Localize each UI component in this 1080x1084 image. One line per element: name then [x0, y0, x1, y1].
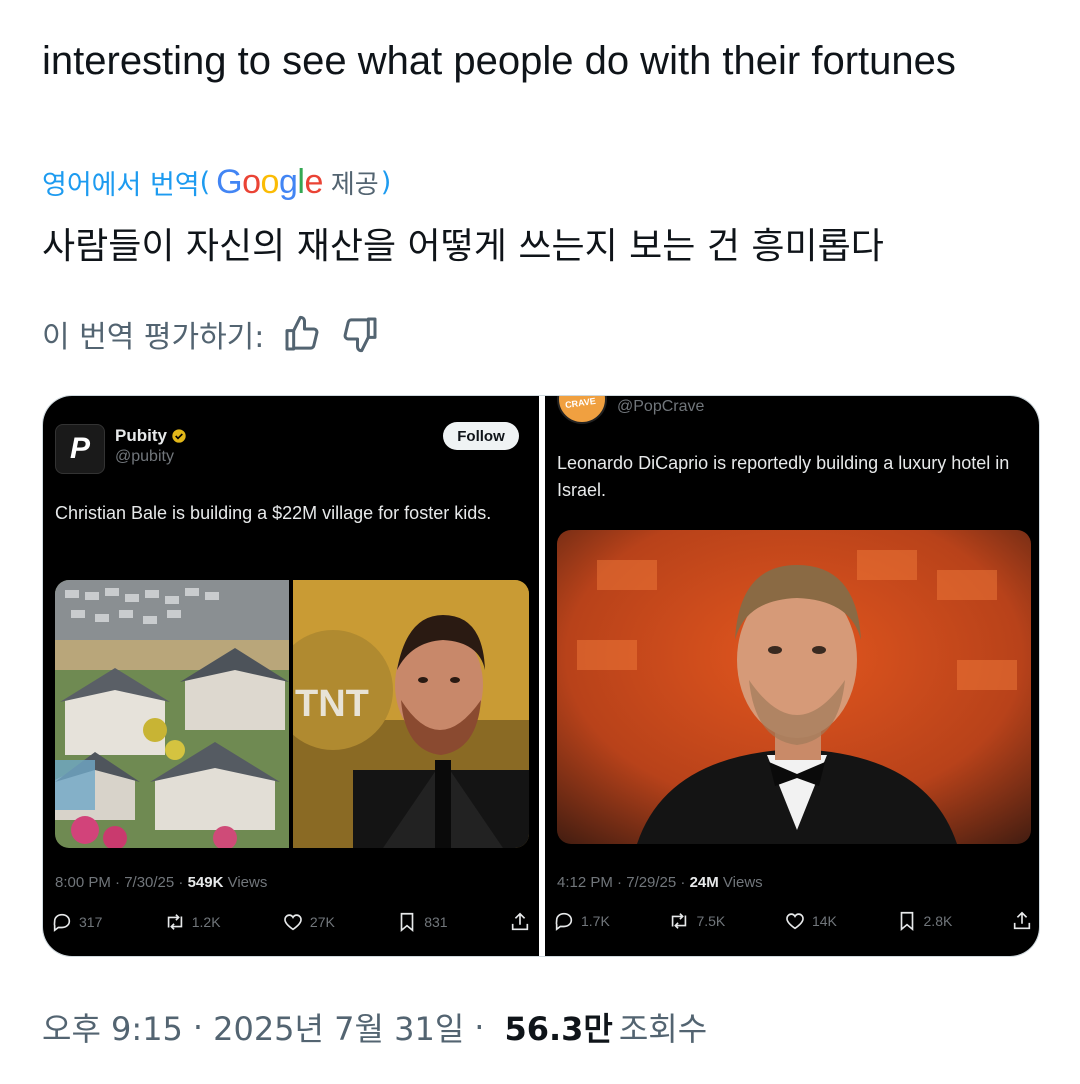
dicaprio-image — [557, 530, 1031, 844]
post-meta: 4:12 PM · 7/29/25 · 24M Views — [557, 874, 763, 891]
verified-badge-icon — [172, 429, 186, 443]
rate-translation: 이 번역 평가하기: — [42, 312, 380, 356]
village-image — [55, 580, 289, 848]
views-label: 조회수 — [618, 1010, 708, 1048]
google-letter-2: o — [242, 162, 261, 201]
thumbs-down-icon[interactable] — [340, 314, 380, 354]
google-letter-4: g — [278, 162, 298, 201]
translation-source: 영어에서 번역 ( Google 제공 ) — [42, 160, 391, 204]
reply-count: 1.7K — [581, 913, 610, 929]
account-handle: @pubity — [115, 448, 174, 465]
bookmark-count: 831 — [424, 914, 448, 930]
embed-popcrave: CRAVE @PopCrave Leonardo DiCaprio is rep… — [545, 396, 1039, 956]
views-label: Views — [718, 874, 763, 891]
post-text: Leonardo DiCaprio is reportedly building… — [557, 453, 1010, 500]
tweet-time[interactable]: 오후 9:15 — [42, 1004, 183, 1050]
bookmark-action: 2.8K — [896, 910, 953, 932]
like-count: 14K — [811, 913, 837, 929]
avatar: CRAVE — [557, 396, 607, 424]
post-time: 8:00 PM · 7/30/25 · — [55, 874, 188, 891]
tweet-text: interesting to see what people do with t… — [42, 39, 956, 83]
reply-count: 317 — [79, 914, 103, 930]
christian-bale-image: TNT — [293, 580, 529, 848]
avatar-text: CRAVE — [564, 396, 597, 411]
translated-text: 사람들이 자신의 재산을 어떻게 쓰는지 보는 건 흥미롭다 — [42, 226, 884, 267]
post-text: Christian Bale is building a $22M villag… — [55, 503, 492, 523]
post-time: 4:12 PM · 7/29/25 · — [557, 874, 690, 891]
action-bar: 1.7K 7.5K 14K 2.8K — [553, 906, 1033, 936]
media-divider — [539, 396, 545, 956]
rate-label: 이 번역 평가하기: — [42, 320, 265, 355]
views-label: Views — [223, 874, 268, 891]
reply-action: 317 — [51, 911, 102, 933]
embed-pubity: P Pubity @pubity Follow Christian Bale i… — [43, 396, 539, 956]
retweet-action: 1.2K — [164, 911, 221, 933]
bookmark-icon — [400, 912, 414, 933]
views-count: 549K — [187, 874, 224, 891]
retweet-count: 1.2K — [191, 914, 221, 930]
separator-2: · — [474, 1008, 485, 1046]
like-action: 27K — [282, 911, 335, 933]
account-handle: @PopCrave — [617, 398, 705, 415]
tnt-sign-text: TNT — [295, 683, 369, 725]
retweet-action: 7.5K — [668, 910, 725, 932]
media-container[interactable]: P Pubity @pubity Follow Christian Bale i… — [42, 395, 1040, 957]
google-logo: Google — [216, 163, 323, 202]
account-name-text: Pubity — [115, 426, 167, 445]
tweet-meta: 오후 9:15 · 2025년 7월 31일 · 56.3만 조회수 — [42, 1004, 707, 1050]
share-action — [1011, 910, 1033, 932]
share-icon — [1013, 911, 1031, 930]
retweet-icon — [672, 913, 687, 929]
share-icon — [511, 912, 529, 931]
heart-icon — [786, 913, 804, 930]
like-action: 14K — [784, 910, 837, 932]
heart-icon — [284, 914, 302, 931]
share-action — [509, 911, 531, 933]
paren-close: ) — [380, 166, 392, 198]
bookmark-action: 831 — [396, 911, 448, 933]
reply-icon — [53, 913, 71, 932]
like-count: 27K — [309, 914, 335, 930]
post-meta: 8:00 PM · 7/30/25 · 549K Views — [55, 874, 267, 891]
bookmark-icon — [900, 911, 913, 932]
follow-button: Follow — [443, 422, 519, 450]
separator: · — [192, 1008, 204, 1046]
retweet-icon — [167, 914, 182, 930]
translated-from-link[interactable]: 영어에서 번역 — [42, 163, 200, 202]
avatar: P — [55, 424, 105, 474]
action-bar: 317 1.2K 27K 831 — [51, 907, 531, 937]
tweet-date[interactable]: 2025년 7월 31일 — [213, 1004, 464, 1050]
reply-action: 1.7K — [553, 910, 610, 932]
reply-icon — [555, 912, 573, 931]
bookmark-count: 2.8K — [923, 913, 953, 929]
account-name: Pubity — [115, 426, 187, 446]
views-count: 56.3만 — [504, 1010, 613, 1048]
thumbs-up-icon[interactable] — [282, 314, 322, 354]
retweet-count: 7.5K — [696, 913, 726, 929]
google-letter-1: G — [216, 162, 243, 201]
provided-label: 제공 — [330, 169, 379, 200]
views-count: 24M — [689, 874, 719, 891]
google-letter-6: e — [304, 162, 323, 201]
paren-open: ( — [199, 166, 211, 198]
google-letter-3: o — [260, 162, 280, 201]
